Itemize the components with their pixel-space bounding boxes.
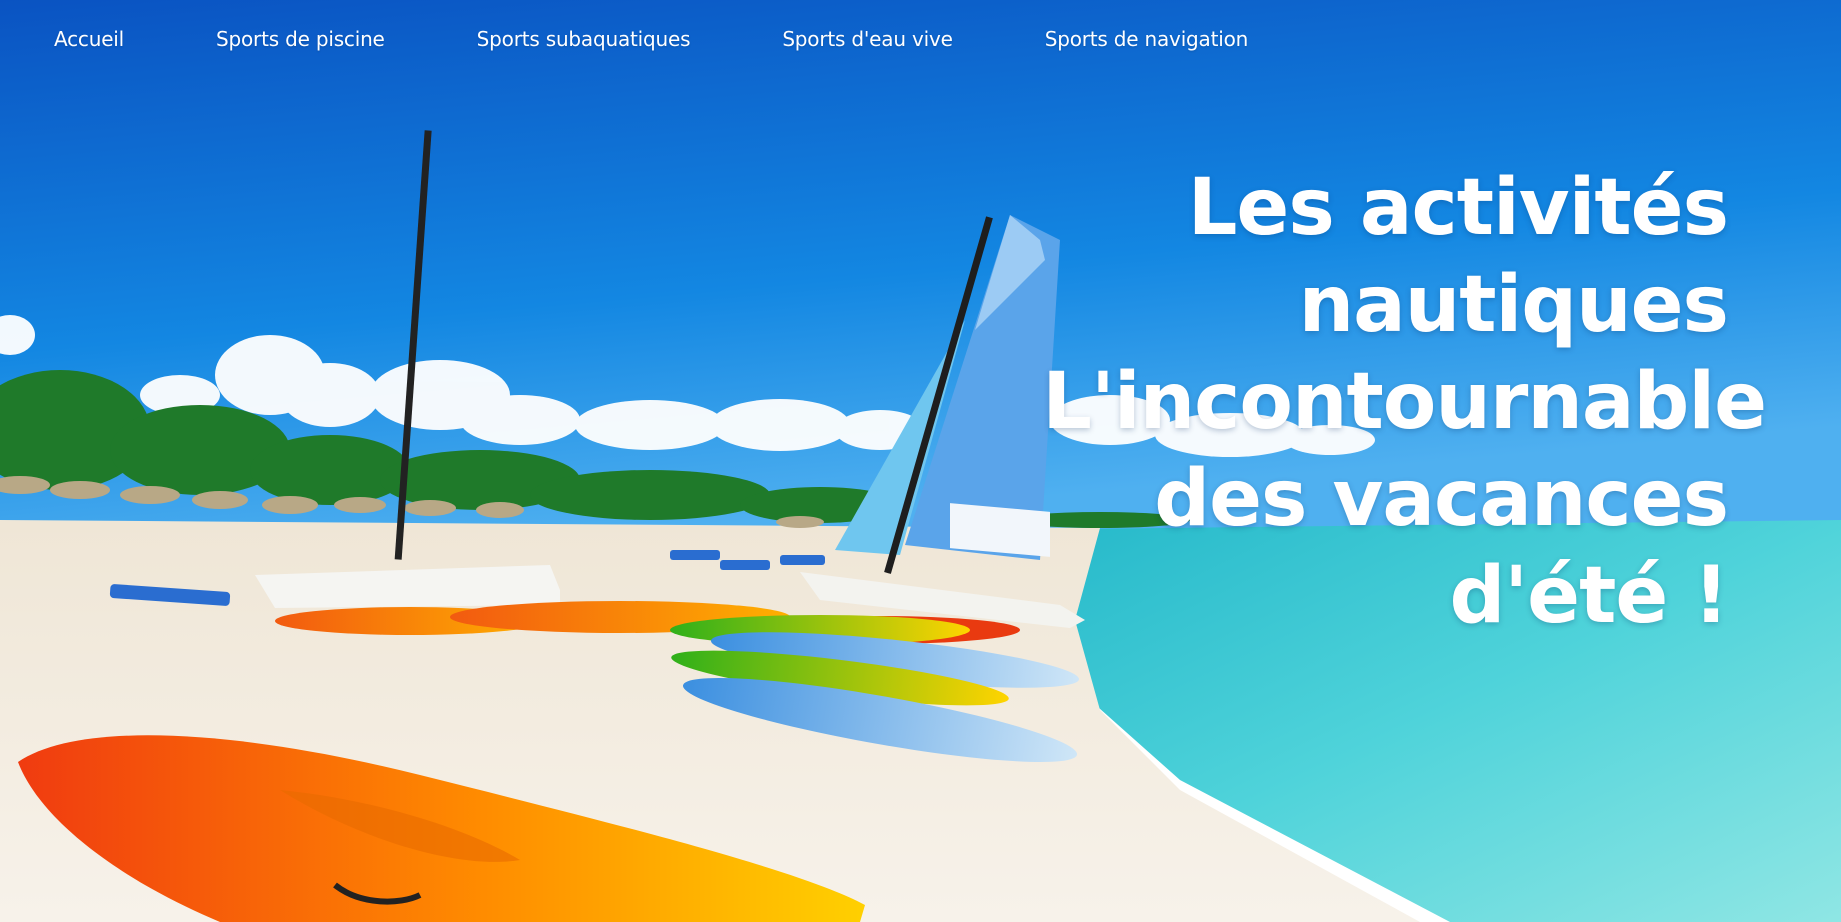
hero-headline-line-2: nautiques (1298, 260, 1729, 350)
hero-headline-line-4: des vacances (1154, 454, 1729, 544)
nav-link-accueil[interactable]: Accueil (54, 27, 124, 51)
main-navigation: Accueil Sports de piscine Sports subaqua… (0, 0, 1841, 78)
hero-headline: Les activités nautiques L'incontournable… (1006, 160, 1767, 645)
hero-headline-line-1: Les activités (1187, 163, 1729, 253)
hero-headline-line-3: L'incontournable (1042, 357, 1767, 447)
nav-link-sports-subaquatiques[interactable]: Sports subaquatiques (477, 27, 691, 51)
nav-link-sports-de-piscine[interactable]: Sports de piscine (216, 27, 385, 51)
nav-link-sports-d-eau-vive[interactable]: Sports d'eau vive (782, 27, 953, 51)
hero-headline-line-5: d'été ! (1449, 551, 1729, 641)
nav-link-sports-de-navigation[interactable]: Sports de navigation (1045, 27, 1249, 51)
